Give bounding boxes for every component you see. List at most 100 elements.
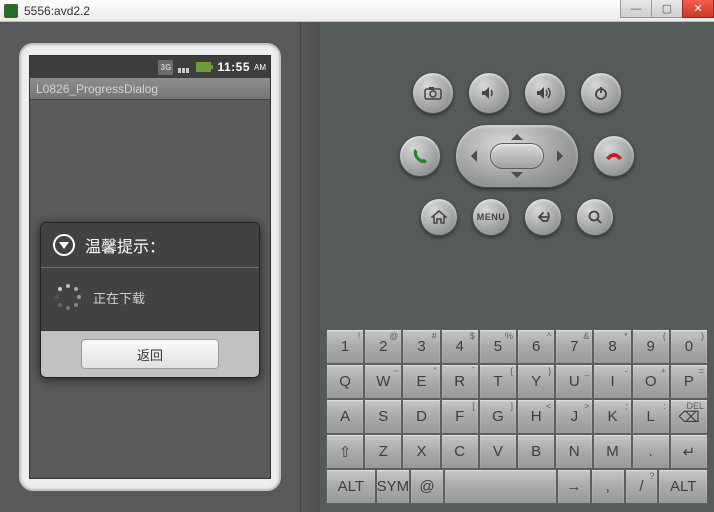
- key-5[interactable]: %5: [479, 329, 517, 364]
- dpad-center-button[interactable]: [490, 143, 544, 169]
- key-A[interactable]: A: [326, 399, 364, 434]
- dpad-up-button[interactable]: [511, 128, 523, 140]
- back-button[interactable]: [524, 198, 562, 236]
- network-3g-icon: 3G: [158, 60, 173, 75]
- call-button[interactable]: [399, 135, 441, 177]
- key-2[interactable]: @2: [364, 329, 402, 364]
- volume-down-button[interactable]: [468, 72, 510, 114]
- key-E[interactable]: "E: [402, 364, 440, 399]
- key-DEL[interactable]: DEL⌫: [670, 399, 708, 434]
- keyboard-row: Q~W"E`R{T}Y_U-I+O=P: [326, 364, 708, 399]
- key-SYM[interactable]: SYM: [376, 469, 411, 504]
- key-→[interactable]: →: [557, 469, 591, 504]
- dialog-back-button[interactable]: 返回: [81, 339, 219, 369]
- dialog-message: 正在下载: [93, 288, 145, 307]
- dialog-title: 温馨提示：: [85, 233, 165, 257]
- key-H[interactable]: <H: [517, 399, 555, 434]
- status-bar: 3G 11:55 AM: [30, 56, 270, 78]
- virtual-keyboard: !1@2#3$4%5^6&7*8(9)0Q~W"E`R{T}Y_U-I+O=PA…: [326, 329, 708, 504]
- key-G[interactable]: ]G: [479, 399, 517, 434]
- window-controls: — ▢ ✕: [621, 0, 714, 18]
- volume-up-button[interactable]: [524, 72, 566, 114]
- clock-ampm: AM: [254, 63, 266, 72]
- dialog-header: 温馨提示：: [41, 223, 259, 268]
- clock-text: 11:55: [215, 60, 250, 74]
- key-T[interactable]: {T: [479, 364, 517, 399]
- key-K[interactable]: ;K: [593, 399, 631, 434]
- dpad-left-button[interactable]: [465, 150, 477, 162]
- key-Z[interactable]: Z: [364, 434, 402, 469]
- dialog-icon: [53, 234, 75, 256]
- maximize-button[interactable]: ▢: [651, 0, 683, 18]
- key-0[interactable]: )0: [670, 329, 708, 364]
- power-button[interactable]: [580, 72, 622, 114]
- key-ALT[interactable]: ALT: [326, 469, 376, 504]
- phone-screen: 3G 11:55 AM L0826_ProgressDialog 温馨提示：: [29, 55, 271, 479]
- key-R[interactable]: `R: [441, 364, 479, 399]
- home-button[interactable]: [420, 198, 458, 236]
- keyboard-row: ⇧ZXCVBNM.↵: [326, 434, 708, 469]
- dpad-right-button[interactable]: [557, 150, 569, 162]
- keyboard-row: !1@2#3$4%5^6&7*8(9)0: [326, 329, 708, 364]
- key-X[interactable]: X: [402, 434, 440, 469]
- key-M[interactable]: M: [593, 434, 631, 469]
- key-Q[interactable]: Q: [326, 364, 364, 399]
- controls-panel: MENU !1@2#3$4%5^6&7*8(9)0Q~W"E`R{T}Y_U-I…: [320, 22, 714, 512]
- key-P[interactable]: =P: [670, 364, 708, 399]
- key-.[interactable]: .: [632, 434, 670, 469]
- signal-icon: [177, 60, 192, 75]
- key-/[interactable]: ?/: [625, 469, 659, 504]
- key-6[interactable]: ^6: [517, 329, 555, 364]
- key-C[interactable]: C: [441, 434, 479, 469]
- progress-dialog: 温馨提示： 正在下载: [40, 222, 260, 378]
- dialog-body: 正在下载: [41, 268, 259, 331]
- search-button[interactable]: [576, 198, 614, 236]
- keyboard-row: ASD[F]G<H>J;K:LDEL⌫: [326, 399, 708, 434]
- key-,[interactable]: ,: [591, 469, 625, 504]
- minimize-button[interactable]: —: [620, 0, 652, 18]
- key-↵[interactable]: ↵: [670, 434, 708, 469]
- panel-divider: [300, 22, 320, 512]
- key-U[interactable]: _U: [555, 364, 593, 399]
- hardware-buttons: MENU: [326, 72, 708, 236]
- key-J[interactable]: >J: [555, 399, 593, 434]
- phone-panel: 3G 11:55 AM L0826_ProgressDialog 温馨提示：: [0, 22, 300, 512]
- key-V[interactable]: V: [479, 434, 517, 469]
- key-3[interactable]: #3: [402, 329, 440, 364]
- key-9[interactable]: (9: [632, 329, 670, 364]
- key-N[interactable]: N: [555, 434, 593, 469]
- key-1[interactable]: !1: [326, 329, 364, 364]
- dpad: [455, 124, 579, 188]
- end-call-button[interactable]: [593, 135, 635, 177]
- menu-button[interactable]: MENU: [472, 198, 510, 236]
- keyboard-row: ALTSYM@→,?/ALT: [326, 469, 708, 504]
- key-4[interactable]: $4: [441, 329, 479, 364]
- key-O[interactable]: +O: [632, 364, 670, 399]
- dpad-down-button[interactable]: [511, 172, 523, 184]
- key-D[interactable]: D: [402, 399, 440, 434]
- key-7[interactable]: &7: [555, 329, 593, 364]
- phone-frame: 3G 11:55 AM L0826_ProgressDialog 温馨提示：: [19, 43, 281, 491]
- app-icon: [4, 4, 18, 18]
- key-W[interactable]: ~W: [364, 364, 402, 399]
- emulator-body: 3G 11:55 AM L0826_ProgressDialog 温馨提示：: [0, 22, 714, 512]
- app-title-bar: L0826_ProgressDialog: [30, 78, 270, 100]
- loading-spinner-icon: [55, 284, 81, 310]
- key-ALT[interactable]: ALT: [658, 469, 708, 504]
- window-title: 5556:avd2.2: [24, 4, 90, 18]
- dialog-footer: 返回: [41, 331, 259, 377]
- key-8[interactable]: *8: [593, 329, 631, 364]
- key-I[interactable]: -I: [593, 364, 631, 399]
- battery-icon: [196, 60, 211, 75]
- close-button[interactable]: ✕: [682, 0, 714, 18]
- key-space[interactable]: [444, 469, 557, 504]
- camera-button[interactable]: [412, 72, 454, 114]
- key-Y[interactable]: }Y: [517, 364, 555, 399]
- key-B[interactable]: B: [517, 434, 555, 469]
- key-F[interactable]: [F: [441, 399, 479, 434]
- key-L[interactable]: :L: [632, 399, 670, 434]
- key-@[interactable]: @: [410, 469, 444, 504]
- window-titlebar: 5556:avd2.2 — ▢ ✕: [0, 0, 714, 22]
- key-⇧[interactable]: ⇧: [326, 434, 364, 469]
- key-S[interactable]: S: [364, 399, 402, 434]
